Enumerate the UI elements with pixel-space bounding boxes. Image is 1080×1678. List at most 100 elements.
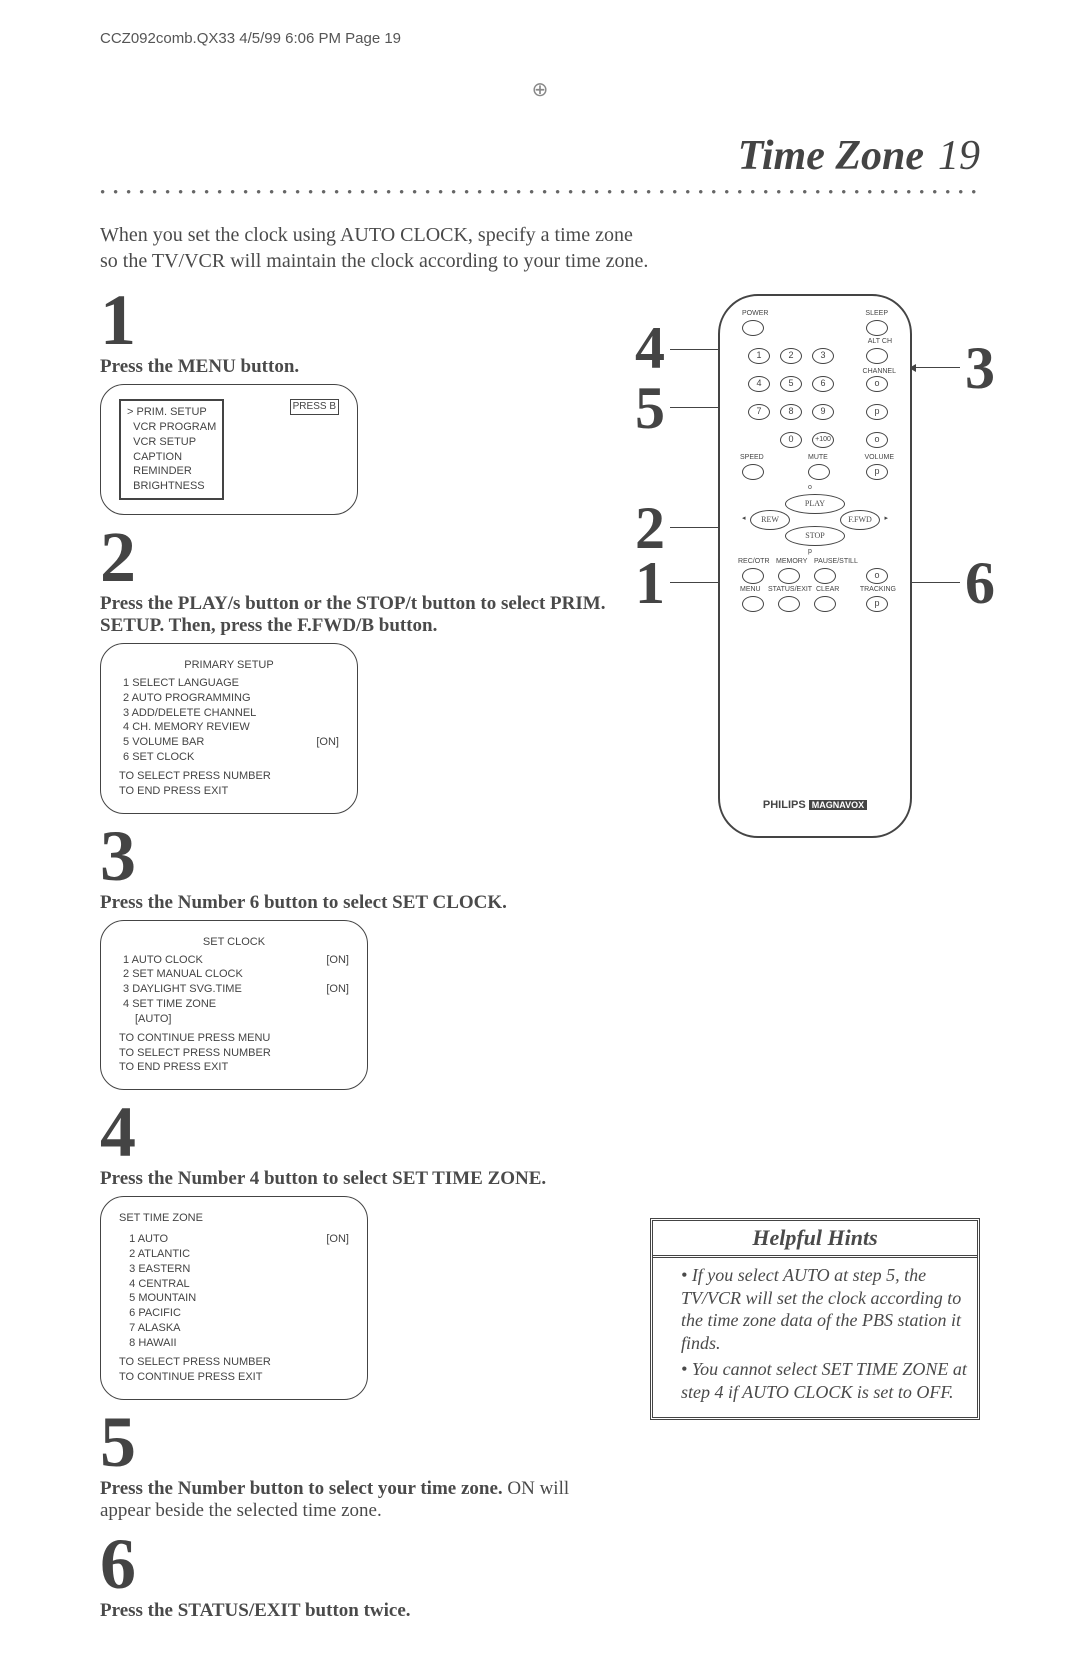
- memory-label: MEMORY: [776, 558, 807, 565]
- screen-footer: TO CONTINUE PRESS MENU: [119, 1031, 349, 1046]
- sleep-button: [866, 320, 888, 336]
- step-number: 5: [100, 1406, 610, 1478]
- callout-line: [910, 367, 960, 368]
- screen-footer: TO END PRESS EXIT: [119, 1060, 349, 1075]
- plus100-button: +100: [812, 432, 834, 448]
- rec-label: REC/OTR: [738, 558, 770, 565]
- set-clock-screen: SET CLOCK 1 AUTO CLOCK[ON] 2 SET MANUAL …: [100, 920, 368, 1091]
- step-number: 6: [100, 1528, 610, 1600]
- menu-item: PRIM. SETUP: [136, 406, 206, 418]
- menu-screen: PRESS B > PRIM. SETUP VCR PROGRAM VCR SE…: [100, 384, 358, 515]
- press-badge: PRESS B: [290, 399, 339, 415]
- menu-item: REMINDER: [133, 465, 192, 477]
- track-down-button: p: [866, 596, 888, 612]
- screen-title: SET TIME ZONE: [119, 1211, 349, 1226]
- callout-5: 5: [635, 374, 665, 443]
- intro-text: When you set the clock using AUTO CLOCK,…: [100, 222, 650, 274]
- ch-down-button: p: [866, 404, 888, 420]
- play-button: PLAY: [785, 494, 845, 514]
- step-5-label: Press the Number button to select your t…: [100, 1478, 610, 1522]
- menu-button: [742, 596, 764, 612]
- steps-column: 1 Press the MENU button. PRESS B > PRIM.…: [100, 284, 610, 1628]
- step-1-label: Press the MENU button.: [100, 356, 610, 378]
- step-3-label: Press the Number 6 button to select SET …: [100, 892, 610, 914]
- status-exit-button: [778, 596, 800, 612]
- clear-label: CLEAR: [816, 586, 839, 593]
- title-rule: • • • • • • • • • • • • • • • • • • • • …: [100, 185, 980, 202]
- clear-button: [814, 596, 836, 612]
- screen-title: PRIMARY SETUP: [119, 658, 339, 673]
- rew-button: REW: [750, 510, 790, 530]
- hint-item: You cannot select SET TIME ZONE at step …: [681, 1358, 969, 1403]
- menu-item: CAPTION: [133, 451, 182, 463]
- screen-title: SET CLOCK: [119, 935, 349, 950]
- vol-down-button: p: [866, 464, 888, 480]
- num-8-button: 8: [780, 404, 802, 420]
- num-7-button: 7: [748, 404, 770, 420]
- num-5-button: 5: [780, 376, 802, 392]
- speed-button: [742, 464, 764, 480]
- primary-setup-screen: PRIMARY SETUP 1 SELECT LANGUAGE 2 AUTO P…: [100, 643, 358, 814]
- num-0-button: 0: [780, 432, 802, 448]
- num-3-button: 3: [812, 348, 834, 364]
- callout-6: 6: [965, 549, 995, 618]
- callout-4: 4: [635, 314, 665, 383]
- num-2-button: 2: [780, 348, 802, 364]
- page-number: 19: [938, 133, 980, 179]
- page-title: Time Zone: [738, 133, 924, 179]
- memory-button: [778, 568, 800, 584]
- callout-3: 3: [965, 334, 995, 403]
- pause-label: PAUSE/STILL: [814, 558, 858, 565]
- hints-title: Helpful Hints: [653, 1221, 977, 1258]
- status-label: STATUS/EXIT: [768, 586, 812, 593]
- ch-up-button: o: [866, 376, 888, 392]
- num-9-button: 9: [812, 404, 834, 420]
- set-timezone-screen: SET TIME ZONE 1 AUTO[ON] 2 ATLANTIC 3 EA…: [100, 1196, 368, 1399]
- track-up-button: o: [866, 568, 888, 584]
- ffwd-button: F.FWD: [840, 510, 880, 530]
- remote-column: 4 3 5 2 1 6 POWER SLEEP ALT: [650, 284, 980, 1628]
- step-number: 3: [100, 820, 610, 892]
- menu-highlight: > PRIM. SETUP VCR PROGRAM VCR SETUP CAPT…: [119, 399, 224, 500]
- step-6-label: Press the STATUS/EXIT button twice.: [100, 1600, 610, 1622]
- screen-footer: TO SELECT PRESS NUMBER: [119, 1046, 349, 1061]
- altch-button: [866, 348, 888, 364]
- channel-label: CHANNEL: [863, 368, 896, 375]
- menu-item: VCR PROGRAM: [133, 421, 216, 433]
- step-2-label: Press the PLAY/s button or the STOP/t bu…: [100, 593, 610, 637]
- num-1-button: 1: [748, 348, 770, 364]
- step-number: 2: [100, 521, 610, 593]
- screen-footer: TO END PRESS EXIT: [119, 784, 339, 799]
- vol-button: o: [866, 432, 888, 448]
- mute-button: [808, 464, 830, 480]
- hint-item: If you select AUTO at step 5, the TV/VCR…: [681, 1264, 969, 1354]
- pause-button: [814, 568, 836, 584]
- menu-item: BRIGHTNESS: [133, 480, 205, 492]
- tracking-label: TRACKING: [860, 586, 896, 593]
- mute-label: MUTE: [808, 454, 828, 461]
- sleep-label: SLEEP: [865, 310, 888, 317]
- altch-label: ALT CH: [868, 338, 892, 345]
- menu-label: MENU: [740, 586, 761, 593]
- speed-label: SPEED: [740, 454, 764, 461]
- remote-body: POWER SLEEP ALT CH 1 2 3 CHANNEL 4 5 6 o…: [718, 294, 912, 838]
- num-6-button: 6: [812, 376, 834, 392]
- power-button: [742, 320, 764, 336]
- screen-footer: TO CONTINUE PRESS EXIT: [119, 1370, 349, 1385]
- stop-button: STOP: [785, 526, 845, 546]
- screen-footer: TO SELECT PRESS NUMBER: [119, 769, 339, 784]
- doc-header: CCZ092comb.QX33 4/5/99 6:06 PM Page 19: [100, 30, 980, 47]
- title-row: Time Zone 19: [100, 132, 980, 180]
- menu-item: VCR SETUP: [133, 436, 196, 448]
- num-4-button: 4: [748, 376, 770, 392]
- callout-1: 1: [635, 549, 665, 618]
- helpful-hints-box: Helpful Hints If you select AUTO at step…: [650, 1218, 980, 1420]
- manual-page: CCZ092comb.QX33 4/5/99 6:06 PM Page 19 ⊕…: [0, 0, 1080, 1678]
- remote-illustration: 4 3 5 2 1 6 POWER SLEEP ALT: [650, 294, 980, 838]
- screen-footer: TO SELECT PRESS NUMBER: [119, 1355, 349, 1370]
- brand-label: PHILIPS MAGNAVOX: [720, 799, 910, 811]
- rec-button: [742, 568, 764, 584]
- step-4-label: Press the Number 4 button to select SET …: [100, 1168, 610, 1190]
- power-label: POWER: [742, 310, 768, 317]
- step-number: 4: [100, 1096, 610, 1168]
